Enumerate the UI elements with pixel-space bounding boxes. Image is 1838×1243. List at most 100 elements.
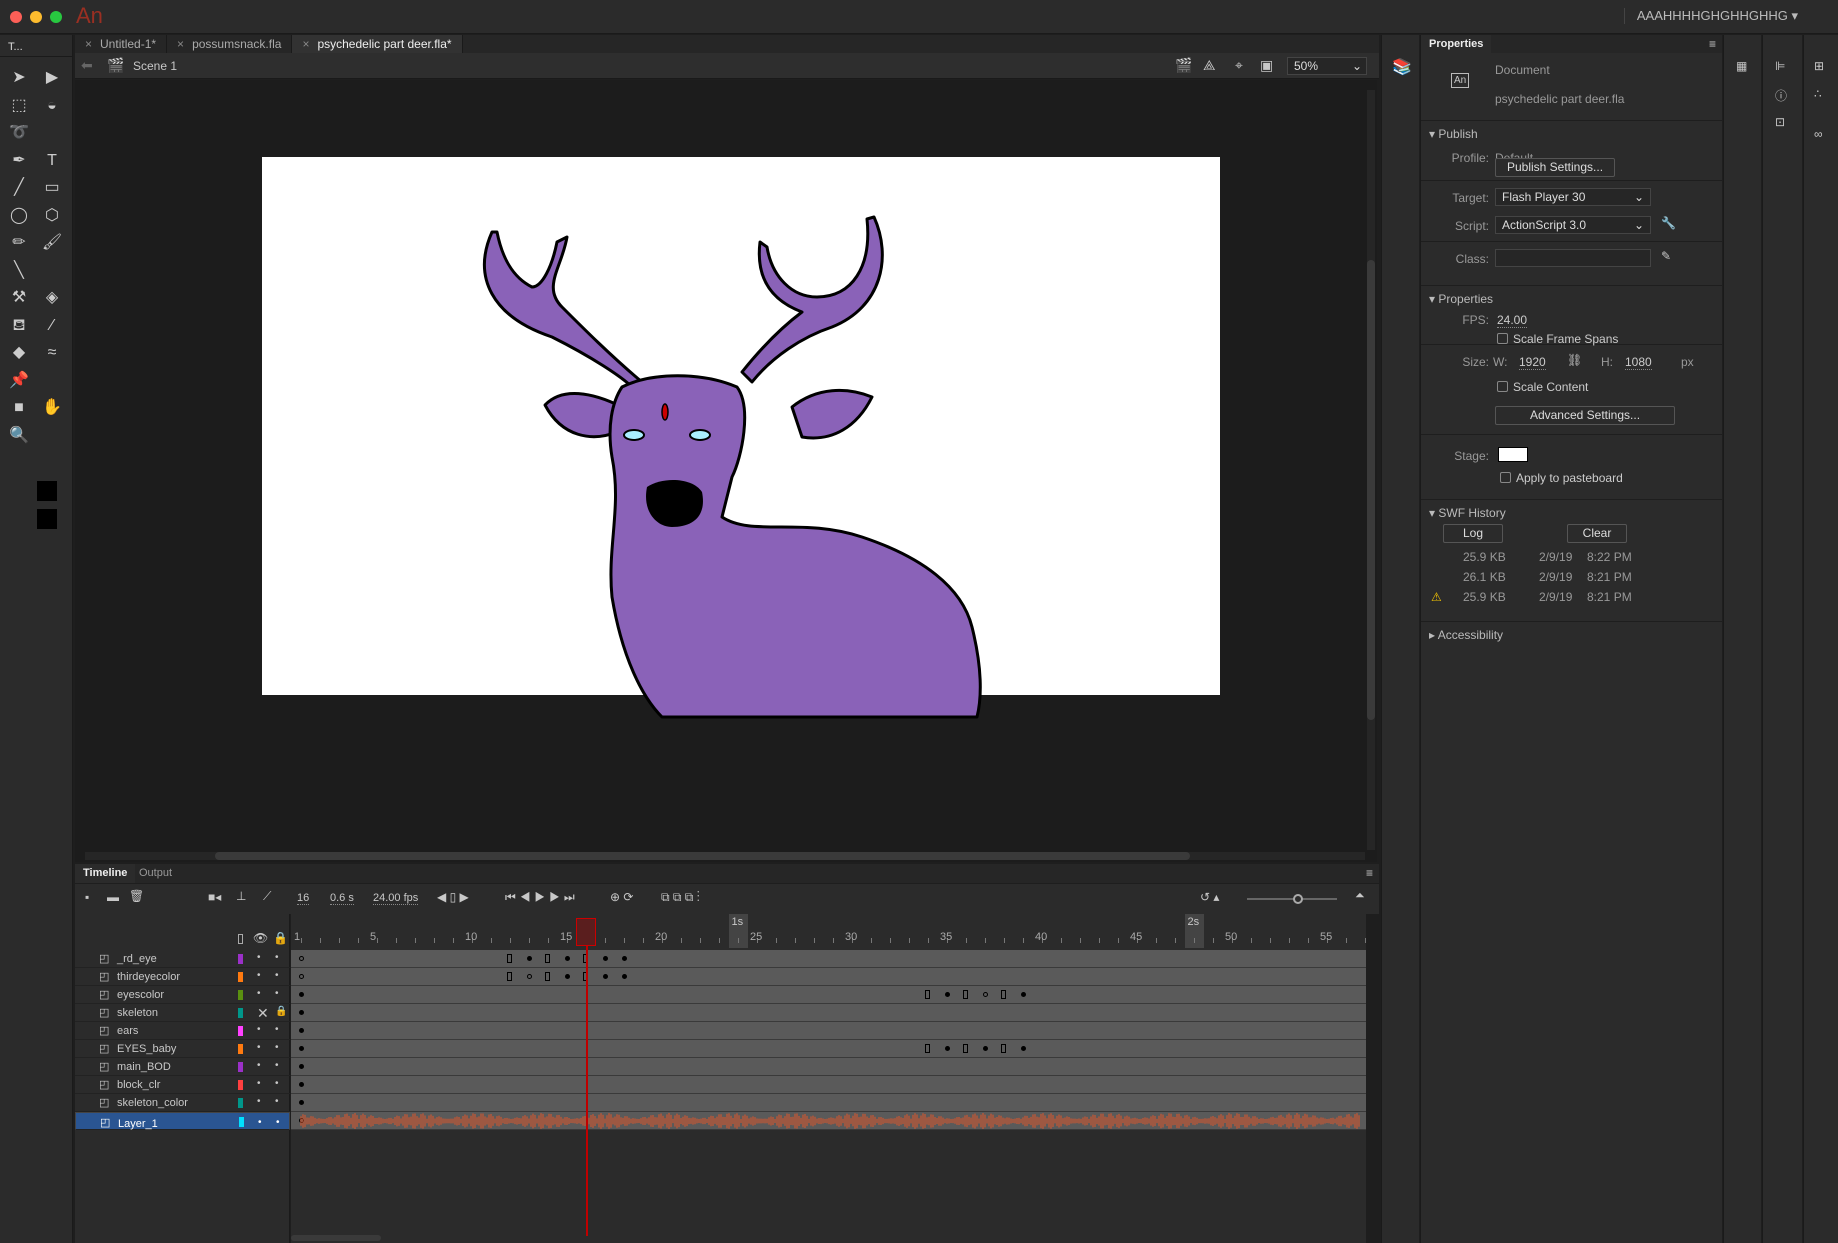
align-icon[interactable]: ⊫ — [1775, 59, 1785, 73]
layer-name[interactable]: Layer_1 — [118, 1116, 158, 1132]
minimize-window-button[interactable] — [30, 11, 42, 23]
frame-row[interactable] — [291, 950, 1366, 968]
graph-icon[interactable]: ⟋ — [263, 889, 271, 904]
eraser-tool-icon[interactable]: ◆ — [5, 340, 33, 366]
layer-row[interactable]: ◰ block_clr • • — [75, 1076, 290, 1094]
layer-lock-icon[interactable]: 🔒 — [275, 1006, 287, 1017]
new-layer-icon[interactable]: ▪ — [85, 890, 89, 904]
layer-color-swatch[interactable] — [238, 990, 243, 1000]
fps-value[interactable]: 24.00 — [1497, 313, 1528, 328]
blank-keyframe-bracket[interactable] — [963, 990, 968, 999]
playhead-line[interactable] — [586, 946, 588, 1236]
layer-color-swatch[interactable] — [238, 1044, 243, 1054]
frame-row[interactable] — [291, 1094, 1366, 1112]
keyframe[interactable] — [983, 992, 988, 997]
hand-tool-icon[interactable]: ✋ — [38, 395, 66, 421]
outline-column-icon[interactable] — [238, 934, 243, 944]
loop-icon[interactable]: ↺ ▴ — [1200, 890, 1219, 904]
transform-icon[interactable]: ⊡ — [1775, 115, 1785, 129]
horizontal-scrollbar[interactable] — [85, 852, 1365, 860]
brush-tool-icon[interactable]: ╲ — [5, 258, 33, 284]
stage-color-swatch[interactable] — [1498, 447, 1528, 462]
frame-row[interactable] — [291, 1040, 1366, 1058]
lock-dot[interactable]: • — [275, 1078, 279, 1089]
lock-dot[interactable]: • — [275, 988, 279, 999]
layer-name[interactable]: _rd_eye — [117, 953, 157, 965]
frame-row[interactable] — [291, 1022, 1366, 1040]
link-dimensions-icon[interactable]: ⛓ — [1567, 353, 1582, 367]
delete-layer-icon[interactable]: 🗑 — [129, 889, 144, 903]
tab-timeline[interactable]: Timeline — [75, 864, 136, 883]
doc-tab[interactable]: × psychedelic part deer.fla* — [292, 35, 463, 53]
lock-dot[interactable]: • — [275, 1096, 279, 1107]
scale-frame-spans-checkbox[interactable] — [1497, 333, 1508, 344]
elapsed-time[interactable]: 0.6 s — [330, 892, 354, 905]
visibility-dot[interactable]: • — [257, 1024, 261, 1035]
pen-tool-icon[interactable]: ✒ — [5, 148, 33, 174]
library-icon[interactable]: 📚 — [1392, 57, 1412, 77]
log-button[interactable]: Log — [1443, 524, 1503, 543]
blank-keyframe-bracket[interactable] — [925, 990, 930, 999]
bone-tool-icon[interactable]: ⚒ — [5, 285, 33, 311]
center-frame-icon[interactable]: ⊕ ⟳ — [610, 890, 633, 904]
timeline-scrollbar[interactable] — [291, 1235, 1366, 1243]
expand-timeline-icon[interactable]: ⏶ — [1355, 888, 1365, 903]
visibility-dot[interactable]: • — [257, 1078, 261, 1089]
edit-scene-icon[interactable]: 🎬 — [1175, 57, 1192, 74]
layer-color-swatch[interactable] — [238, 1080, 243, 1090]
subselection-tool-icon[interactable]: ▶ — [38, 65, 66, 91]
text-tool-icon[interactable]: T — [38, 148, 66, 174]
layer-name[interactable]: eyescolor — [117, 989, 164, 1001]
frame-row[interactable] — [291, 1058, 1366, 1076]
layer-row[interactable]: ◰ ears • • — [75, 1022, 290, 1040]
lock-dot[interactable]: • — [276, 1115, 280, 1131]
wrench-icon[interactable]: 🔧 — [1661, 216, 1676, 230]
close-tab-icon[interactable]: × — [177, 37, 184, 51]
line-tool-icon[interactable]: ╱ — [5, 175, 33, 201]
zoom-tool-icon[interactable]: 🔍 — [5, 423, 33, 449]
stage-canvas[interactable] — [262, 157, 1220, 719]
frames-area[interactable]: 1s 2s 1 5 10 15 20 25 30 35 40 45 50 55 — [291, 914, 1366, 1243]
keyframe[interactable] — [983, 1046, 988, 1051]
layer-color-swatch[interactable] — [239, 1117, 244, 1127]
lock-dot[interactable]: • — [275, 952, 279, 963]
script-select[interactable]: ActionScript 3.0 ⌄ — [1495, 216, 1651, 234]
layer-color-swatch[interactable] — [238, 972, 243, 982]
polystar-tool-icon[interactable]: ⬡ — [38, 203, 66, 229]
current-frame[interactable]: 16 — [297, 892, 310, 905]
camera-tool-icon[interactable]: ■ — [5, 395, 33, 421]
edit-symbols-icon[interactable]: ⟁ — [1203, 57, 1216, 74]
visibility-dot[interactable]: • — [258, 1115, 262, 1131]
layer-row[interactable]: ◰ skeleton_color • • — [75, 1094, 290, 1112]
properties-tab[interactable]: Properties — [1421, 35, 1492, 53]
pin-tool-icon[interactable]: 📌 — [5, 368, 33, 394]
layer-name[interactable]: skeleton — [117, 1007, 158, 1019]
blank-keyframe-bracket[interactable] — [963, 1044, 968, 1053]
keyframe[interactable] — [299, 1010, 304, 1015]
paint-brush-tool-icon[interactable]: 🖌 — [38, 230, 66, 256]
info-icon[interactable]: ⓘ — [1775, 87, 1787, 104]
keyframe[interactable] — [945, 1046, 950, 1051]
width-tool-icon[interactable]: ≈ — [38, 340, 66, 366]
layer-row[interactable]: ◰ main_BOD • • — [75, 1058, 290, 1076]
panel-menu-icon[interactable]: ≡ — [1709, 37, 1716, 51]
visibility-dot[interactable]: • — [257, 952, 261, 963]
visibility-dot[interactable]: • — [257, 970, 261, 981]
frame-size-slider[interactable] — [1247, 894, 1337, 904]
free-transform-tool-icon[interactable]: ⬚ — [5, 93, 33, 119]
keyframe[interactable] — [299, 1046, 304, 1051]
rectangle-tool-icon[interactable]: ▭ — [38, 175, 66, 201]
blank-keyframe-bracket[interactable] — [1001, 990, 1006, 999]
stroke-color-swatch[interactable] — [37, 481, 57, 501]
keyframe[interactable] — [299, 1100, 304, 1105]
apply-to-pasteboard-checkbox[interactable] — [1500, 472, 1511, 483]
visibility-dot[interactable]: • — [257, 1060, 261, 1071]
height-value[interactable]: 1080 — [1625, 355, 1652, 370]
keyframe[interactable] — [945, 992, 950, 997]
layer-row[interactable]: ◰ skeleton ✕ 🔒 — [75, 1004, 290, 1022]
frame-row[interactable] — [291, 1076, 1366, 1094]
layer-color-swatch[interactable] — [238, 1008, 243, 1018]
frame-row[interactable] — [291, 1004, 1366, 1022]
keyframe[interactable] — [603, 956, 608, 961]
close-tab-icon[interactable]: × — [85, 37, 92, 51]
